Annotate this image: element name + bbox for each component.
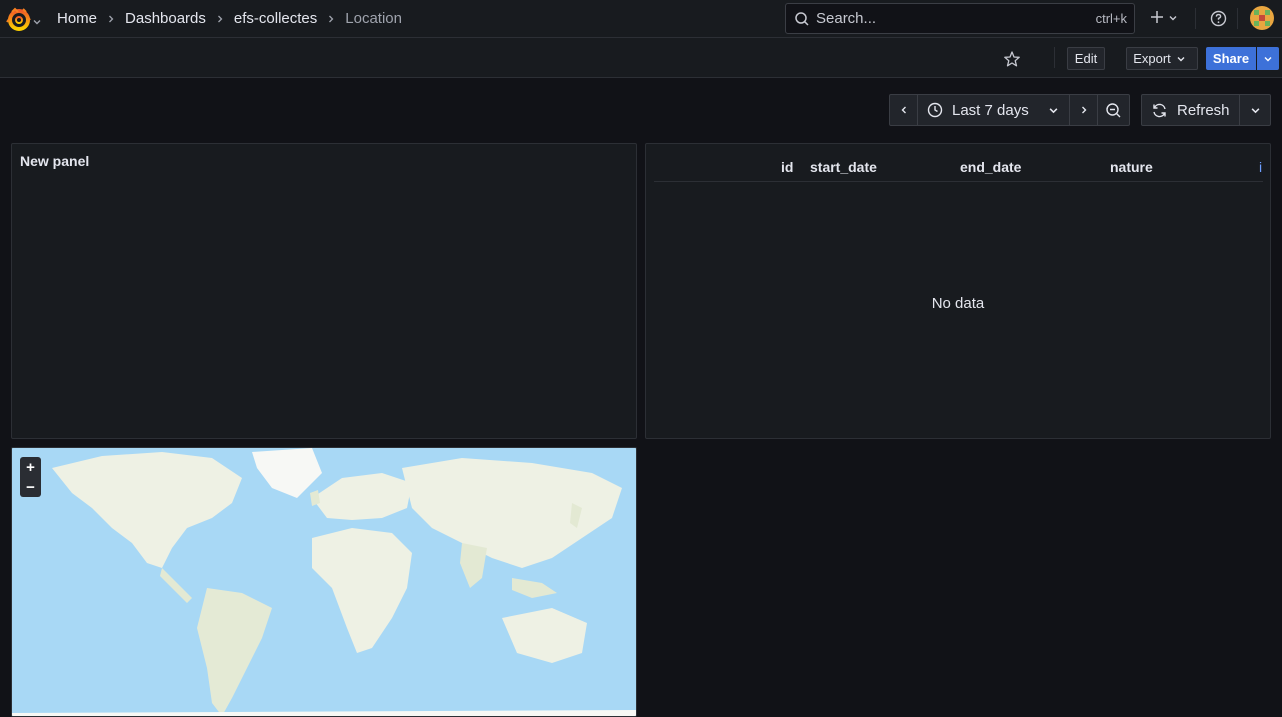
column-header-truncated[interactable]: i	[1259, 159, 1262, 175]
clock-icon	[927, 102, 943, 118]
map-zoom-controls: + −	[20, 457, 41, 497]
refresh-interval-button[interactable]	[1239, 94, 1271, 126]
table-header: id start_date end_date nature i	[654, 158, 1263, 182]
top-nav-bar: Home Dashboards efs-collectes Location S…	[0, 0, 1282, 38]
refresh-label: Refresh	[1177, 101, 1230, 119]
chevron-right-icon	[217, 15, 223, 22]
zoom-out-icon	[1106, 102, 1121, 117]
chevron-right-icon	[1081, 106, 1086, 114]
new-panel[interactable]: New panel	[11, 143, 637, 439]
search-input[interactable]: Search... ctrl+k	[785, 3, 1135, 34]
search-placeholder: Search...	[816, 10, 877, 27]
chevron-down-icon	[1177, 56, 1185, 61]
table-panel[interactable]: id start_date end_date nature i No data	[645, 143, 1271, 439]
search-shortcut: ctrl+k	[1095, 11, 1127, 26]
zoom-out-time-button[interactable]	[1097, 94, 1130, 126]
divider	[1195, 8, 1196, 29]
time-range-label: Last 7 days	[952, 101, 1029, 119]
map-zoom-out-button[interactable]: −	[20, 477, 41, 497]
geomap-panel[interactable]: + −	[11, 447, 637, 717]
grafana-logo-icon[interactable]	[6, 6, 32, 32]
chevron-left-icon	[901, 106, 906, 114]
time-picker: Last 7 days	[889, 94, 1130, 126]
chevron-down-icon	[1264, 56, 1272, 61]
export-button[interactable]: Export	[1126, 47, 1198, 70]
column-header-end-date[interactable]: end_date	[960, 159, 1021, 175]
avatar[interactable]	[1250, 6, 1274, 30]
star-icon[interactable]	[1003, 50, 1021, 68]
chevron-down-icon	[1251, 107, 1259, 113]
time-shift-forward-button[interactable]	[1069, 94, 1098, 126]
column-header-id[interactable]: id	[781, 159, 793, 175]
help-icon[interactable]	[1210, 10, 1227, 27]
refresh-icon	[1153, 103, 1166, 117]
column-header-start-date[interactable]: start_date	[810, 159, 877, 175]
column-header-nature[interactable]: nature	[1110, 159, 1153, 175]
panel-title[interactable]: New panel	[20, 153, 89, 169]
refresh-picker: Refresh	[1141, 94, 1271, 126]
export-label: Export	[1133, 51, 1171, 66]
divider	[1237, 8, 1238, 29]
time-shift-back-button[interactable]	[889, 94, 918, 126]
map-zoom-in-button[interactable]: +	[20, 457, 41, 477]
chevron-down-icon[interactable]	[1169, 14, 1177, 22]
chevron-right-icon	[109, 15, 114, 22]
divider	[1054, 47, 1055, 68]
share-menu-button[interactable]	[1257, 47, 1279, 70]
breadcrumb-home[interactable]: Home	[57, 10, 97, 27]
search-icon	[795, 11, 809, 26]
no-data-message: No data	[931, 295, 985, 312]
breadcrumb: Home Dashboards efs-collectes Location	[57, 0, 402, 37]
time-range-button[interactable]: Last 7 days	[917, 94, 1070, 126]
edit-button[interactable]: Edit	[1067, 47, 1105, 70]
plus-icon[interactable]	[1150, 10, 1164, 24]
share-button[interactable]: Share	[1206, 47, 1256, 70]
breadcrumb-dashboards[interactable]: Dashboards	[125, 10, 206, 27]
world-map[interactable]	[12, 448, 636, 717]
chevron-down-icon[interactable]	[33, 13, 41, 25]
breadcrumb-current: Location	[345, 10, 402, 27]
breadcrumb-folder[interactable]: efs-collectes	[234, 10, 317, 27]
chevron-right-icon	[329, 15, 334, 22]
chevron-down-icon	[1049, 107, 1058, 113]
refresh-button[interactable]: Refresh	[1141, 94, 1240, 126]
dashboard-toolbar: Edit Export Share	[0, 38, 1282, 78]
